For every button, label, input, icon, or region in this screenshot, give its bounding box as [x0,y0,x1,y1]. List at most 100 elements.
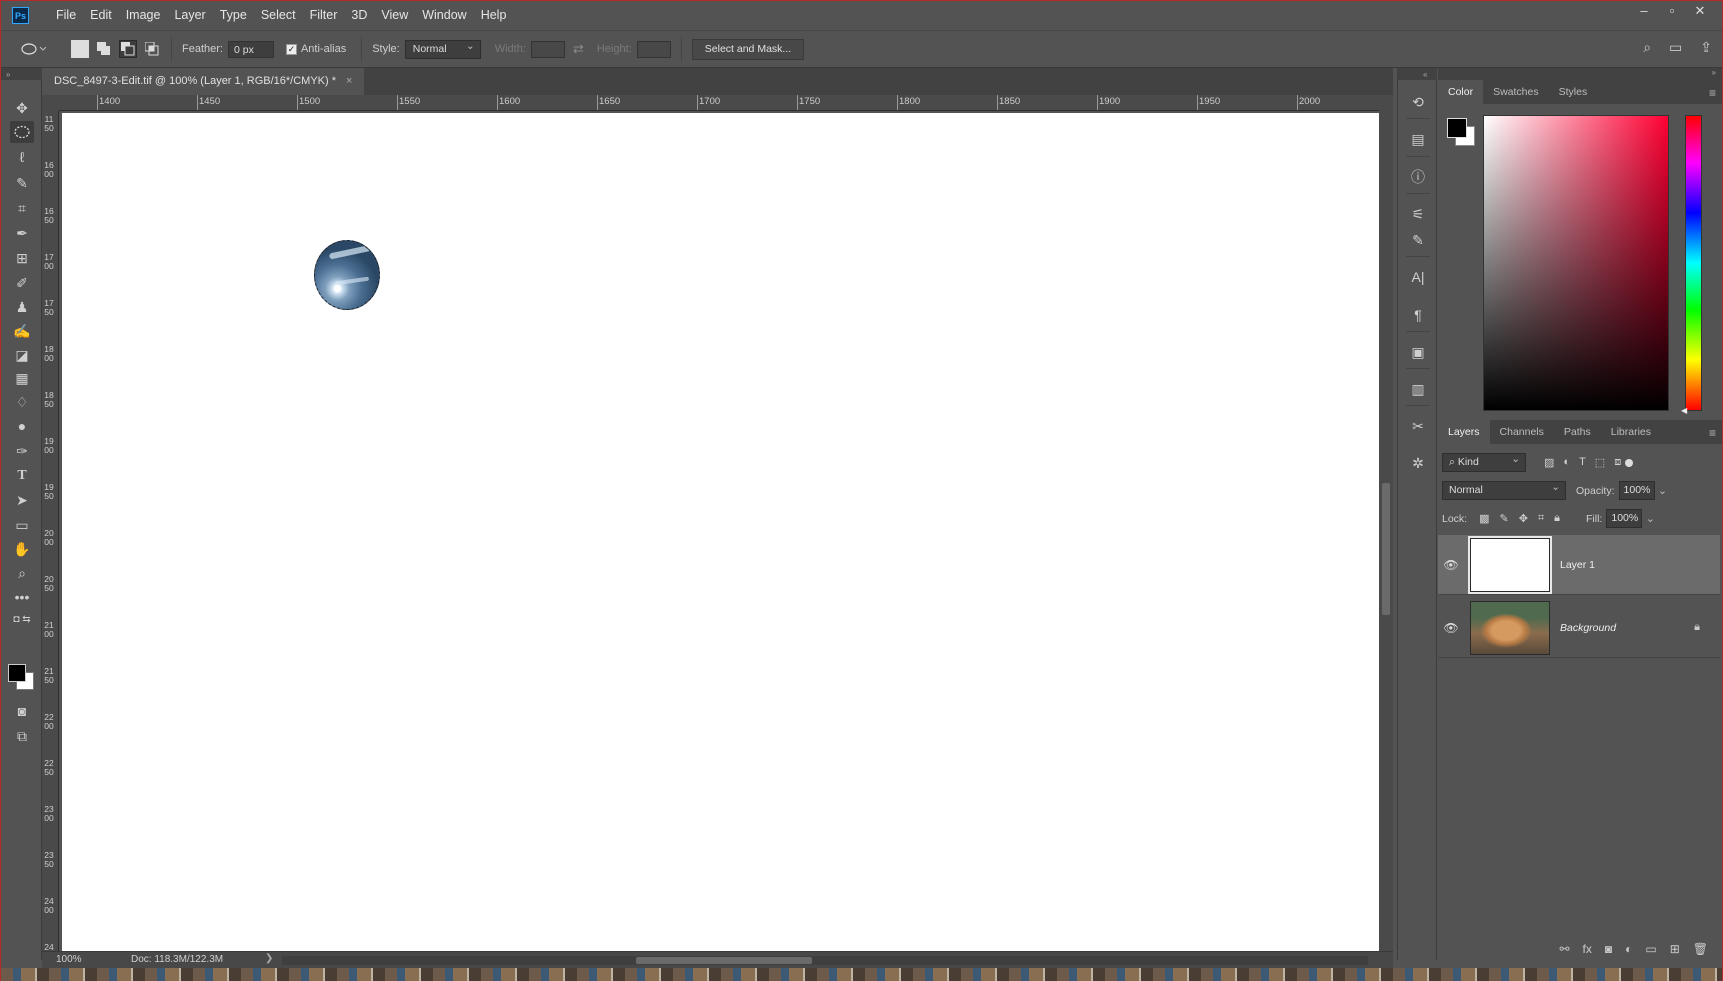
zoom-tool[interactable]: ⌕ [10,562,34,584]
brush-tool[interactable]: ✐ [10,272,34,294]
lock-artboard-icon[interactable]: ⌗ [1538,512,1544,525]
menu-file[interactable]: File [49,1,83,30]
workspace-icon[interactable]: ▭ [1669,39,1682,56]
default-colors-button[interactable]: ◘ ⇆ [10,613,34,625]
add-to-selection-button[interactable] [95,40,113,58]
hand-tool[interactable]: ✋ [10,538,34,560]
delete-layer-icon[interactable]: 🗑︎ [1693,942,1708,960]
menu-3d[interactable]: 3D [344,1,374,30]
tools-preset-icon[interactable]: ✂ [1408,416,1428,436]
tool-preset-picker[interactable] [19,38,47,60]
measurement-panel-icon[interactable]: ▤ [1408,129,1428,149]
vertical-scroll-thumb[interactable] [1382,483,1390,615]
tab-channels[interactable]: Channels [1490,420,1554,444]
quick-selection-tool[interactable]: ✎ [10,172,34,194]
tab-swatches[interactable]: Swatches [1483,80,1549,104]
gradient-tool[interactable]: ▦ [10,367,34,389]
3d-panel-icon[interactable]: ✲ [1408,453,1428,473]
rectangle-tool[interactable]: ▭ [10,514,34,536]
type-tool[interactable]: T [10,465,34,487]
info-panel-icon[interactable]: ⓘ [1408,167,1428,187]
lock-all-icon[interactable]: 🔒︎ [1554,512,1560,525]
eyedropper-tool[interactable]: ✒ [10,222,34,244]
lock-pixels-icon[interactable]: ✎ [1500,512,1509,525]
anti-alias-checkbox[interactable]: ✓ [285,43,297,55]
pixel-filter-icon[interactable]: ▨ [1544,456,1554,469]
chevron-down-icon[interactable]: ⌄ [1657,484,1669,497]
adjustment-filter-icon[interactable]: ◐ [1563,456,1570,469]
panel-collapse-strip[interactable]: « [1397,68,1437,80]
lasso-tool[interactable]: ℓ [10,146,34,168]
toolbar-collapse-strip[interactable]: » [1,68,42,80]
new-group-icon[interactable]: ▭ [1645,942,1656,960]
brush-settings-icon[interactable]: ✎ [1408,230,1428,250]
document-tab[interactable]: DSC_8497-3-Edit.tif @ 100% (Layer 1, RGB… [42,68,365,95]
history-panel-icon[interactable]: ⟲ [1408,92,1428,112]
pen-tool[interactable]: ✑ [10,440,34,462]
swap-dimensions-icon[interactable]: ⇄ [573,41,589,57]
menu-edit[interactable]: Edit [83,1,119,30]
layer-row-layer-1[interactable]: 👁︎ Layer 1 [1438,535,1720,595]
close-window-button[interactable]: ✕ [1686,1,1714,21]
maximize-button[interactable]: ▫ [1658,1,1686,21]
move-tool[interactable]: ✥ [10,97,34,119]
add-mask-icon[interactable]: ◙ [1605,942,1612,960]
properties-panel-icon[interactable]: ▣ [1408,342,1428,362]
character-panel-icon[interactable]: A| [1408,267,1428,287]
zoom-level[interactable]: 100% [56,954,82,965]
hue-marker-icon[interactable]: ◀ [1681,406,1687,415]
menu-image[interactable]: Image [119,1,168,30]
blur-tool[interactable]: ♢ [10,391,34,413]
ruler-origin[interactable] [42,95,59,111]
intersect-selection-button[interactable] [143,40,161,58]
panel-menu-icon[interactable]: ≡ [1709,86,1716,100]
canvas-area[interactable] [59,111,1379,951]
menu-layer[interactable]: Layer [167,1,212,30]
dodge-tool[interactable]: ● [10,415,34,437]
new-selection-button[interactable] [71,40,89,58]
clone-stamp-tool[interactable]: ♟ [10,296,34,318]
width-input[interactable] [530,40,565,58]
tab-libraries[interactable]: Libraries [1601,420,1661,444]
select-and-mask-button[interactable]: Select and Mask... [691,38,805,60]
vertical-scrollbar[interactable] [1379,95,1393,951]
color-field[interactable] [1483,115,1669,411]
height-input[interactable] [636,40,671,58]
menu-window[interactable]: Window [415,1,473,30]
share-icon[interactable]: ⇪ [1700,39,1712,56]
crop-tool[interactable]: ⌗ [10,197,34,219]
horizontal-scroll-thumb[interactable] [636,957,812,964]
foreground-color-swatch[interactable] [8,664,26,682]
link-layers-icon[interactable]: ⚯ [1559,942,1569,960]
new-layer-icon[interactable]: ⊞ [1670,942,1680,960]
lock-transparent-icon[interactable]: ▩ [1479,512,1489,525]
screen-mode-button[interactable]: ⧉ [10,725,34,747]
eye-icon[interactable]: 👁︎ [1438,621,1464,635]
status-menu-icon[interactable]: ❯ [265,953,273,964]
document-canvas[interactable] [62,113,1379,951]
edit-toolbar-button[interactable]: ••• [10,586,34,608]
horizontal-ruler[interactable]: 1400 1450 1500 1550 1600 1650 1700 1750 1800 1850… [59,95,1379,111]
layer-row-background[interactable]: 👁︎ Background 🔒︎ [1438,598,1720,658]
horizontal-scrollbar[interactable] [282,956,1368,965]
quick-mask-button[interactable]: ◙ [10,700,34,722]
smart-object-filter-icon[interactable]: ⧈ [1614,456,1621,469]
tab-styles[interactable]: Styles [1549,80,1598,104]
notes-panel-icon[interactable]: ▥ [1408,379,1428,399]
path-selection-tool[interactable]: ➤ [10,489,34,511]
blend-mode-select[interactable]: Normal [1442,481,1566,500]
hue-slider[interactable] [1685,115,1702,411]
eraser-tool[interactable]: ◪ [10,344,34,366]
menu-help[interactable]: Help [474,1,514,30]
subtract-from-selection-button[interactable] [119,40,137,58]
close-document-icon[interactable]: × [346,75,352,87]
minimize-button[interactable]: – [1630,1,1658,21]
lock-position-icon[interactable]: ✥ [1519,512,1528,525]
menu-filter[interactable]: Filter [303,1,345,30]
marquee-tool[interactable] [10,121,34,143]
chevron-down-icon[interactable]: ⌄ [1644,512,1656,525]
panel-dock-strip[interactable]: » [1438,68,1722,80]
filter-kind-select[interactable]: ⌕ Kind [1442,453,1526,472]
shape-filter-icon[interactable]: ⬚ [1595,456,1605,469]
layer-style-icon[interactable]: fx [1583,942,1592,960]
